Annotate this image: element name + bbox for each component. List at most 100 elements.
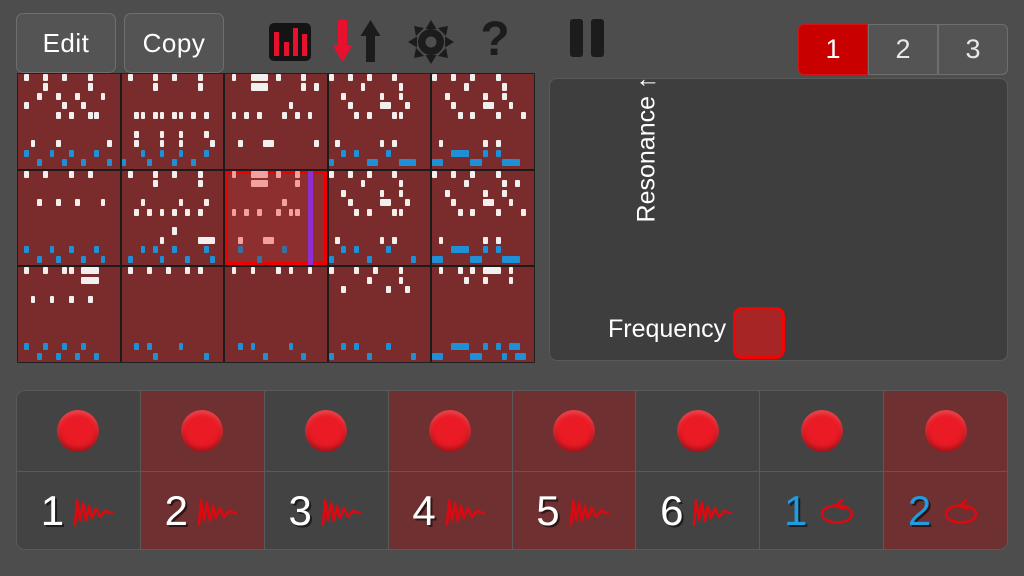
pattern-note	[43, 343, 49, 351]
track-4[interactable]: 4	[388, 391, 513, 549]
pattern-note	[153, 83, 159, 91]
pattern-cell-3[interactable]	[328, 74, 431, 169]
track-5[interactable]: 5	[512, 391, 637, 549]
pattern-note	[178, 130, 184, 138]
pattern-bank-2[interactable]: 2	[868, 24, 938, 75]
pattern-cell-12[interactable]	[225, 267, 327, 362]
track-label-7[interactable]: 1	[760, 472, 883, 549]
track-trigger-pad-3[interactable]	[264, 391, 388, 472]
pattern-note	[385, 343, 391, 351]
copy-button[interactable]: Copy	[124, 13, 224, 73]
pattern-note	[398, 208, 404, 216]
pattern-note	[37, 159, 42, 167]
pattern-note	[295, 111, 300, 119]
track-trigger-pad-8[interactable]	[884, 391, 1007, 472]
pattern-note	[288, 267, 294, 275]
track-trigger-pad-7[interactable]	[760, 391, 884, 472]
track-label-2[interactable]: 2	[141, 472, 264, 549]
pattern-note	[178, 199, 184, 207]
track-trigger-pad-5[interactable]	[512, 391, 636, 472]
pattern-bank-1-label: 1	[825, 34, 841, 64]
pattern-note	[366, 276, 372, 284]
track-trigger-pad-6[interactable]	[636, 391, 760, 472]
pattern-note	[146, 267, 152, 275]
pattern-note	[68, 295, 74, 303]
pattern-cell-11[interactable]	[121, 267, 224, 362]
keyboard-icon[interactable]	[268, 22, 312, 62]
track-trigger-pad-1[interactable]	[17, 391, 140, 472]
pattern-note	[502, 352, 507, 360]
record-dot-icon	[181, 410, 224, 452]
pattern-cell-6[interactable]	[121, 170, 224, 266]
pattern-note	[451, 149, 469, 157]
pattern-cell-7[interactable]	[225, 170, 327, 266]
xy-pad-handle[interactable]	[733, 307, 785, 359]
pattern-bank-1[interactable]: 1	[798, 24, 868, 75]
pattern-note	[282, 111, 288, 119]
xy-pad[interactable]: Resonance ↑ Frequency →	[549, 77, 1008, 361]
pattern-note	[30, 140, 36, 148]
pause-icon[interactable]	[565, 18, 609, 60]
pattern-note	[37, 92, 42, 101]
track-2[interactable]: 2	[140, 391, 265, 549]
pattern-note	[56, 255, 61, 263]
track-trigger-pad-2[interactable]	[140, 391, 264, 472]
track-label-4[interactable]: 4	[389, 472, 512, 549]
pattern-cell-10[interactable]	[18, 267, 120, 362]
pattern-note	[483, 140, 488, 148]
pattern-note	[347, 199, 353, 207]
pattern-note	[483, 92, 488, 101]
track-3[interactable]: 3	[264, 391, 389, 549]
record-dot-icon	[305, 410, 348, 452]
transfer-icon[interactable]	[330, 18, 392, 64]
waveform-icon	[444, 494, 488, 528]
pattern-note	[134, 343, 139, 351]
pattern-note	[373, 267, 378, 275]
track-6[interactable]: 6	[636, 391, 761, 549]
pattern-note	[508, 267, 514, 275]
pattern-note	[508, 343, 520, 351]
pattern-note	[153, 74, 159, 82]
pattern-cell-8[interactable]	[328, 170, 431, 266]
pattern-note	[398, 180, 404, 188]
track-1[interactable]: 1	[17, 391, 141, 549]
track-label-8[interactable]: 2	[884, 472, 1007, 549]
pattern-cell-13[interactable]	[328, 267, 431, 362]
edit-button[interactable]: Edit	[16, 13, 116, 73]
track-7[interactable]: 1	[760, 391, 885, 549]
pattern-note	[392, 236, 397, 245]
pattern-cell-14[interactable]	[432, 267, 534, 362]
pattern-note	[502, 83, 507, 91]
pattern-note	[502, 255, 520, 263]
pattern-note	[24, 102, 30, 110]
track-label-5[interactable]: 5	[513, 472, 636, 549]
playhead-marker	[307, 170, 313, 266]
pattern-note	[250, 74, 268, 82]
track-label-6[interactable]: 6	[636, 472, 759, 549]
pattern-cell-0[interactable]	[18, 74, 120, 169]
pattern-cell-2[interactable]	[225, 74, 327, 169]
keyboard-bar	[284, 42, 289, 56]
track-label-3[interactable]: 3	[265, 472, 388, 549]
track-trigger-pad-4[interactable]	[388, 391, 512, 472]
pattern-cell-9[interactable]	[432, 170, 534, 266]
pattern-note	[197, 180, 203, 188]
pattern-cell-1[interactable]	[121, 74, 224, 169]
pattern-note	[438, 140, 444, 148]
gear-icon[interactable]	[408, 20, 454, 64]
pattern-note	[87, 83, 93, 91]
track-label-1[interactable]: 1	[17, 472, 140, 549]
pattern-note	[127, 255, 133, 263]
pattern-note	[81, 276, 99, 284]
help-icon[interactable]: ?	[474, 16, 516, 64]
pattern-note	[256, 208, 262, 216]
pattern-note	[366, 208, 372, 216]
track-8[interactable]: 2	[884, 391, 1007, 549]
pattern-bank-3[interactable]: 3	[938, 24, 1008, 75]
pattern-note	[398, 189, 404, 197]
pattern-cell-5[interactable]	[18, 170, 120, 266]
pattern-note	[483, 189, 488, 197]
pattern-note	[153, 246, 159, 254]
pattern-note	[483, 236, 488, 245]
pattern-cell-4[interactable]	[432, 74, 534, 169]
